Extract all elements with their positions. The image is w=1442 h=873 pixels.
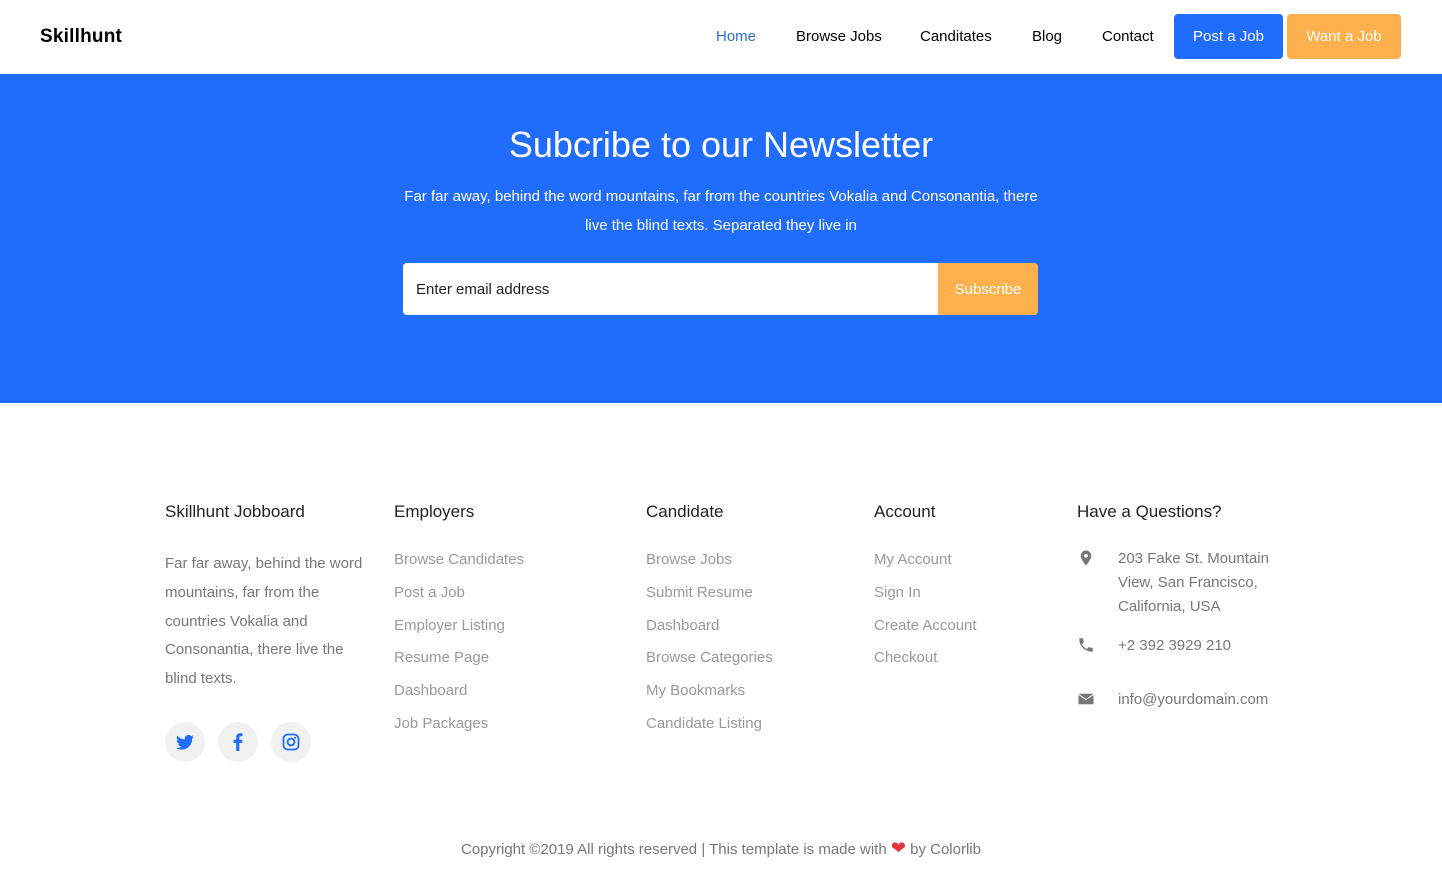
footer-link-job-packages[interactable]: Job Packages: [394, 714, 524, 747]
phone-icon: [1079, 638, 1093, 652]
nav-contact-link[interactable]: Contact: [1102, 28, 1154, 45]
newsletter-section: Subcribe to our Newsletter Far far away,…: [0, 74, 1442, 403]
post-a-job-button[interactable]: Post a Job: [1174, 14, 1283, 59]
nav-browse-jobs-link[interactable]: Browse Jobs: [796, 28, 882, 45]
nav-blog-link[interactable]: Blog: [1032, 28, 1062, 45]
contact-address-text: 203 Fake St. Mountain View, San Francisc…: [1118, 550, 1269, 615]
footer-candidate-heading: Candidate: [646, 502, 724, 521]
copyright-text: Copyright ©2019 All rights reserved | Th…: [460, 841, 887, 858]
copyright-line: Copyright ©2019 All rights reserved | Th…: [0, 838, 1442, 859]
heart-icon: ❤: [890, 838, 906, 858]
subscribe-button[interactable]: Subscribe: [938, 263, 1038, 315]
employers-links: Browse Candidates Post a Job Employer Li…: [394, 550, 524, 747]
facebook-icon: [233, 733, 243, 751]
footer-link-my-account[interactable]: My Account: [874, 550, 977, 583]
footer-link-candidate-listing[interactable]: Candidate Listing: [646, 714, 773, 747]
footer-link-create-account[interactable]: Create Account: [874, 616, 977, 649]
footer-link-browse-categories[interactable]: Browse Categories: [646, 648, 773, 681]
account-links: My Account Sign In Create Account Checko…: [874, 550, 977, 681]
candidate-links: Browse Jobs Submit Resume Dashboard Brow…: [646, 550, 773, 747]
email-input[interactable]: [403, 263, 938, 315]
footer-about-column: Skillhunt Jobboard Far far away, behind …: [165, 502, 370, 694]
footer-contact-column: Have a Questions?: [1077, 502, 1222, 524]
footer-about-text: Far far away, behind the word mountains,…: [165, 555, 363, 688]
footer-candidate-column: Candidate Browse Jobs Submit Resume Dash…: [646, 502, 773, 747]
contact-phone-text[interactable]: +2 392 3929 210: [1118, 634, 1288, 658]
footer-link-employer-listing[interactable]: Employer Listing: [394, 616, 524, 649]
instagram-icon: [282, 733, 300, 751]
nav-home-link[interactable]: Home: [716, 28, 756, 45]
footer-employers-column: Employers Browse Candidates Post a Job E…: [394, 502, 524, 747]
map-marker-icon: [1080, 550, 1092, 566]
footer-contact-heading: Have a Questions?: [1077, 502, 1222, 521]
contact-email-text[interactable]: info@yourdomain.com: [1118, 688, 1288, 712]
twitter-icon: [176, 734, 194, 750]
footer-link-checkout[interactable]: Checkout: [874, 648, 977, 681]
footer-link-post-a-job[interactable]: Post a Job: [394, 583, 524, 616]
top-navbar: Skillhunt Home Browse Jobs Canditates Bl…: [0, 0, 1442, 74]
footer-link-submit-resume[interactable]: Submit Resume: [646, 583, 773, 616]
twitter-button[interactable]: [165, 722, 205, 762]
footer-link-resume-page[interactable]: Resume Page: [394, 648, 524, 681]
footer-account-heading: Account: [874, 502, 936, 521]
footer-employers-heading: Employers: [394, 502, 475, 521]
instagram-button[interactable]: [271, 722, 311, 762]
footer-link-employer-dashboard[interactable]: Dashboard: [394, 681, 524, 714]
footer-link-my-bookmarks[interactable]: My Bookmarks: [646, 681, 773, 714]
footer-link-sign-in[interactable]: Sign In: [874, 583, 977, 616]
footer-link-browse-candidates[interactable]: Browse Candidates: [394, 550, 524, 583]
facebook-button[interactable]: [218, 722, 258, 762]
footer-link-browse-jobs[interactable]: Browse Jobs: [646, 550, 773, 583]
footer-about-heading: Skillhunt Jobboard: [165, 502, 305, 521]
nav-canditates-link[interactable]: Canditates: [920, 28, 992, 45]
newsletter-title: Subcribe to our Newsletter: [508, 124, 934, 165]
footer-link-candidate-dashboard[interactable]: Dashboard: [646, 616, 773, 649]
want-a-job-button[interactable]: Want a Job: [1287, 14, 1401, 59]
envelope-icon: [1078, 693, 1094, 705]
newsletter-description: Far far away, behind the word mountains,…: [404, 188, 1038, 234]
colorlib-credit-link[interactable]: by Colorlib: [910, 841, 981, 858]
footer-account-column: Account My Account Sign In Create Accoun…: [874, 502, 977, 681]
newsletter-form: Subscribe: [403, 263, 1038, 315]
